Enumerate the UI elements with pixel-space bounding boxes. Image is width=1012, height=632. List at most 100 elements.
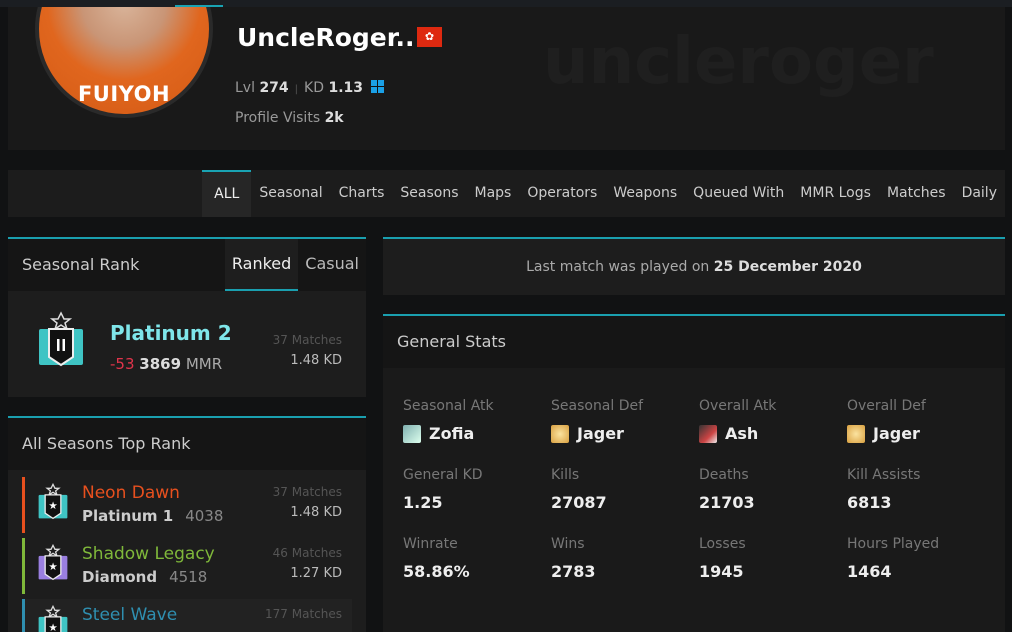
rank-name: Platinum 2 — [110, 321, 232, 345]
stat-losses: Losses 1945 — [699, 536, 847, 581]
mmr-label: MMR — [185, 355, 223, 373]
top-strip — [0, 0, 1012, 7]
rank-icon: ★ — [38, 544, 68, 581]
stat-deaths: Deaths 21703 — [699, 467, 847, 512]
mmr-delta: -53 — [110, 355, 135, 373]
rank-icon: ★ — [38, 483, 68, 520]
stat-value: Jager — [577, 424, 624, 443]
tab-casual[interactable]: Casual — [298, 239, 366, 291]
stat-hours-played: Hours Played 1464 — [847, 536, 995, 581]
season-row[interactable]: ★ Neon Dawn Platinum 1 4038 37 Matches 1.4… — [22, 477, 352, 533]
rank-icon: ★ — [38, 605, 68, 632]
platinum-rank-icon — [39, 311, 83, 367]
windows-icon — [371, 80, 385, 93]
level-label: Lvl — [235, 80, 255, 96]
mmr-value: 3869 — [139, 355, 182, 373]
level-value: 274 — [259, 80, 289, 96]
jager-icon — [847, 424, 865, 443]
season-row[interactable]: ★ Shadow Legacy Diamond 4518 46 Matches 1.… — [22, 538, 352, 594]
stat-value: 58.86% — [403, 562, 470, 581]
svg-text:★: ★ — [48, 561, 57, 573]
stat-value: 1464 — [847, 562, 892, 581]
tab-weapons[interactable]: Weapons — [605, 170, 685, 217]
stat-seasonal-def: Seasonal Def Jager — [551, 398, 699, 443]
stat-value: Zofia — [429, 424, 475, 443]
last-match-date: 25 December 2020 — [713, 259, 862, 275]
rank-kd: 1.48 KD — [290, 353, 342, 368]
rank-mmr: -53 3869 MMR — [110, 355, 222, 373]
season-rank-name: Diamond — [82, 568, 158, 586]
tab-matches[interactable]: Matches — [879, 170, 954, 217]
season-name: Neon Dawn — [82, 483, 180, 503]
tab-maps[interactable]: Maps — [467, 170, 520, 217]
season-row[interactable]: ★ Steel Wave 177 Matches — [22, 599, 352, 632]
tab-operators[interactable]: Operators — [519, 170, 605, 217]
stat-value: 1.25 — [403, 493, 443, 512]
profile-visits: Profile Visits 2k — [235, 110, 344, 126]
season-matches: 177 Matches — [265, 607, 342, 621]
stat-overall-def: Overall Def Jager — [847, 398, 995, 443]
all-seasons-panel: All Seasons Top Rank ★ Neon Dawn Platinu… — [8, 416, 366, 632]
stat-label: Seasonal Atk — [403, 398, 494, 414]
stat-winrate: Winrate 58.86% — [403, 536, 551, 581]
hong-kong-flag-icon: ✿ — [417, 27, 442, 47]
stat-label: Kill Assists — [847, 467, 921, 483]
last-match-banner: Last match was played on 25 December 202… — [383, 237, 1005, 295]
stat-label: Overall Atk — [699, 398, 777, 414]
season-rank: Diamond 4518 — [82, 568, 207, 586]
season-name: Shadow Legacy — [82, 544, 215, 564]
profile-meta: Lvl 274 | KD 1.13 — [235, 80, 385, 96]
stat-label: Kills — [551, 467, 580, 483]
svg-text:★: ★ — [48, 622, 57, 632]
stat-value: 2783 — [551, 562, 596, 581]
stat-kill-assists: Kill Assists 6813 — [847, 467, 995, 512]
jager-icon — [551, 424, 569, 443]
profile-name: UncleRoger... — [237, 23, 424, 52]
tab-queued-with[interactable]: Queued With — [685, 170, 792, 217]
tab-ranked[interactable]: Ranked — [224, 239, 299, 291]
stat-label: Wins — [551, 536, 585, 552]
zofia-icon — [403, 424, 421, 443]
stat-value: 6813 — [847, 493, 892, 512]
season-kd: 1.48 KD — [290, 505, 342, 520]
svg-text:★: ★ — [48, 500, 57, 512]
stat-seasonal-atk: Seasonal Atk Zofia — [403, 398, 551, 443]
visits-value: 2k — [324, 110, 344, 126]
profile-header: uncleroger FUIYOH UncleRoger... ✿ Lvl 27… — [8, 7, 1005, 150]
stat-value: 1945 — [699, 562, 744, 581]
season-color-bar — [22, 599, 25, 632]
matches-count: 37 Matches — [272, 333, 342, 347]
ash-icon — [699, 424, 717, 443]
stat-overall-atk: Overall Atk Ash — [699, 398, 847, 443]
stat-label: Winrate — [403, 536, 458, 552]
stat-value: Ash — [725, 424, 759, 443]
panel-title: Seasonal Rank — [22, 255, 140, 274]
tab-charts[interactable]: Charts — [331, 170, 393, 217]
visits-label: Profile Visits — [235, 110, 321, 126]
season-name: Steel Wave — [82, 605, 178, 625]
seasonal-rank-panel: Seasonal Rank Ranked Casual Platinum 2 -5… — [8, 237, 366, 397]
tab-mmr-logs[interactable]: MMR Logs — [792, 170, 879, 217]
stat-label: General KD — [403, 467, 483, 483]
season-color-bar — [22, 538, 25, 594]
tab-seasonal[interactable]: Seasonal — [251, 170, 330, 217]
season-rank: Platinum 1 4038 — [82, 507, 223, 525]
stat-value: Jager — [873, 424, 920, 443]
season-color-bar — [22, 477, 25, 533]
season-mmr: 4518 — [169, 568, 208, 586]
tab-daily[interactable]: Daily — [954, 170, 1005, 217]
stat-label: Losses — [699, 536, 746, 552]
stat-value: 27087 — [551, 493, 607, 512]
stat-label: Deaths — [699, 467, 749, 483]
tab-seasons[interactable]: Seasons — [392, 170, 466, 217]
kd-label: KD — [304, 80, 325, 96]
stat-wins: Wins 2783 — [551, 536, 699, 581]
avatar: FUIYOH — [35, 7, 213, 118]
stat-label: Hours Played — [847, 536, 940, 552]
stat-value: 21703 — [699, 493, 755, 512]
stat-label: Overall Def — [847, 398, 926, 414]
tab-all[interactable]: ALL — [202, 170, 252, 217]
season-matches: 46 Matches — [272, 546, 342, 560]
season-kd: 1.27 KD — [290, 566, 342, 581]
nav-tabs: ALL Seasonal Charts Seasons Maps Operators Wea… — [8, 170, 1005, 217]
